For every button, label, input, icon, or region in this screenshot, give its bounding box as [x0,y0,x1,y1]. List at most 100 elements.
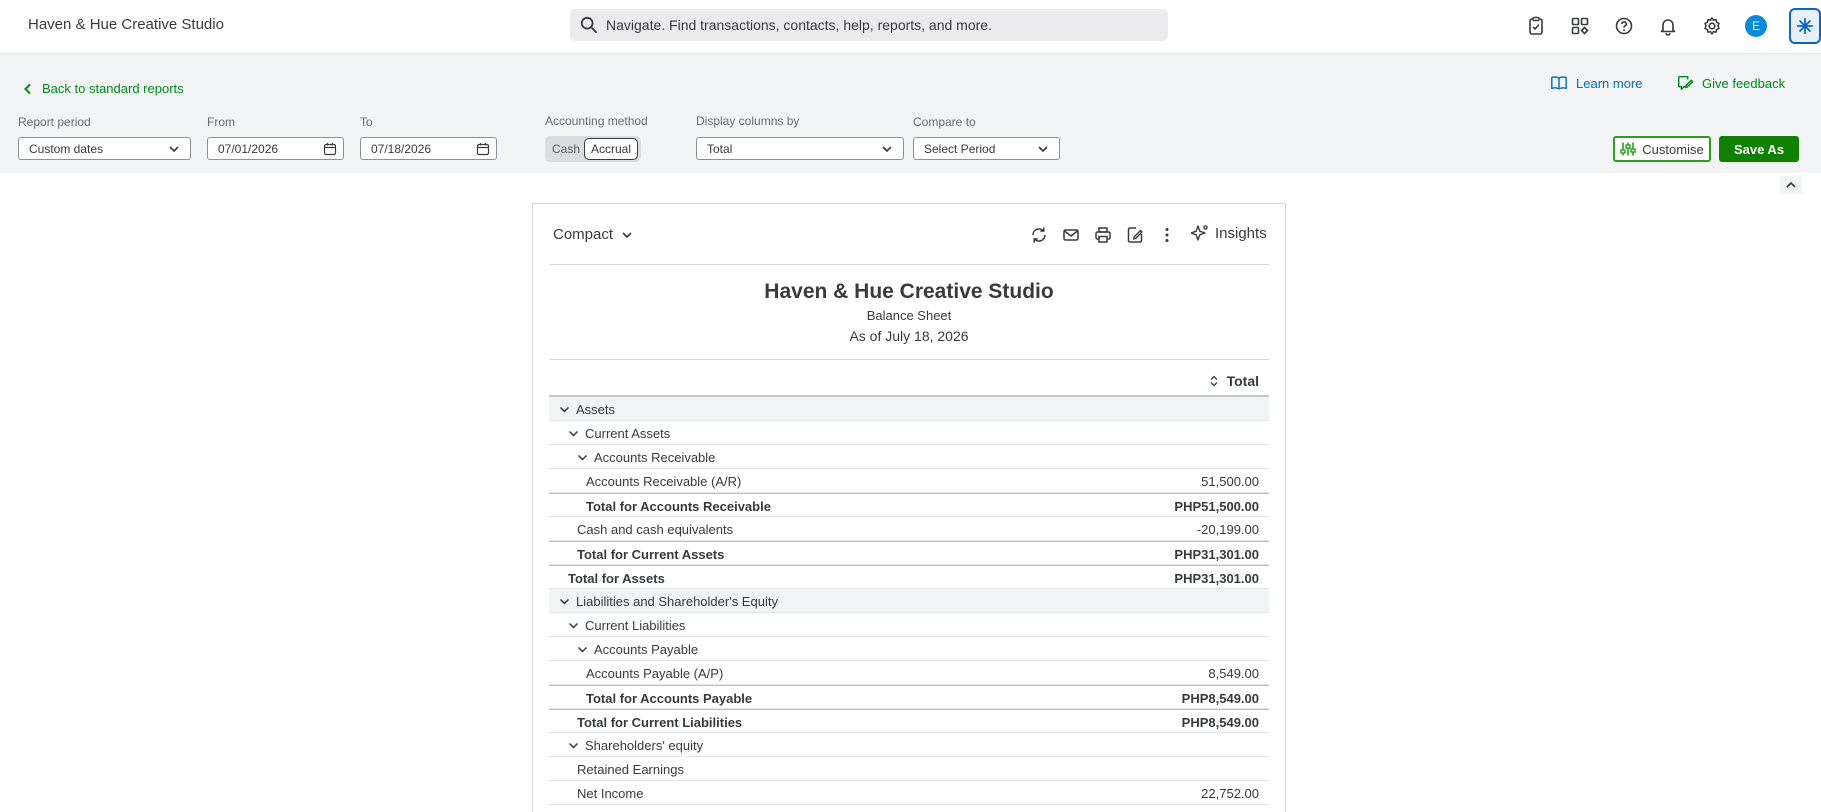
to-date-input[interactable]: 07/18/2026 [360,137,497,160]
row-amount[interactable]: PHP8,549.00 [1182,715,1259,730]
chevron-down-icon [882,146,892,153]
row-label-text: Cash and cash equivalents [577,522,734,537]
chevron-down-icon [622,231,632,238]
row-amount[interactable]: PHP31,301.00 [1174,547,1259,562]
report-total-row: Total for Current Liabilities PHP8,549.00 [549,709,1269,733]
report-card: Compact Insights Haven & Hue Creative St… [532,203,1286,812]
row-label: Total for Current Liabilities [577,715,742,730]
method-cash-option[interactable]: Cash [552,142,580,156]
row-label-text: Assets [576,402,616,417]
row-label-text: Total for Current Liabilities [577,715,743,730]
refresh-button[interactable] [1028,224,1050,246]
print-button[interactable] [1092,224,1114,246]
help-button[interactable] [1610,12,1638,40]
give-feedback-link[interactable]: Give feedback [1676,74,1785,92]
row-label-text: Accounts Receivable (A/R) [586,474,742,489]
collapse-filters-button[interactable] [1780,176,1802,194]
row-label: Total for Accounts Payable [586,691,752,706]
row-label: Assets [559,402,615,417]
to-date-value: 07/18/2026 [371,141,432,156]
chevron-down-icon[interactable] [559,404,570,415]
chevron-down-icon[interactable] [577,452,588,463]
report-company-name: Haven & Hue Creative Studio [764,280,1054,303]
row-label-text: Accounts Payable [594,642,699,657]
display-columns-select[interactable]: Total [696,137,904,160]
bell-icon [1660,19,1676,36]
report-group-row[interactable]: Current Assets [549,421,1269,445]
chevron-down-icon[interactable] [568,740,579,751]
calendar-icon[interactable] [476,142,490,156]
back-to-reports-link[interactable]: Back to standard reports [22,81,184,96]
method-accrual-option[interactable]: Accrual [584,138,638,160]
report-period-select[interactable]: Custom dates [18,137,191,160]
report-group-row[interactable]: Shareholders' equity [549,733,1269,757]
row-label-text: Retained Earnings [577,762,684,777]
report-date: As of July 18, 2026 [849,328,969,344]
row-label-text: Total for Assets [568,571,665,586]
notifications-button[interactable] [1654,12,1682,40]
report-group-row[interactable]: Current Liabilities [549,613,1269,637]
row-label: Current Assets [568,426,670,441]
report-rows: Assets Current Assets Accounts Receivable A… [549,397,1269,805]
chevron-down-icon[interactable] [559,596,570,607]
row-amount[interactable]: PHP31,301.00 [1174,571,1259,586]
toolbar-divider [549,264,1269,265]
global-search-bar[interactable]: Navigate. Find transactions, contacts, h… [570,9,1168,41]
row-label-text: Current Assets [585,426,671,441]
row-label: Liabilities and Shareholder's Equity [559,594,778,609]
report-account-row: Accounts Payable (A/P) 8,549.00 [549,661,1269,685]
row-amount[interactable]: -20,199.00 [1197,522,1259,537]
from-date-value: 07/01/2026 [218,141,279,156]
assistant-button[interactable] [1789,8,1821,44]
chevron-down-icon[interactable] [577,644,588,655]
report-group-row[interactable]: Accounts Receivable [549,445,1269,469]
customise-label: Customise [1642,141,1704,157]
learn-more-link[interactable]: Learn more [1550,74,1642,92]
report-period-value: Custom dates [29,141,104,156]
settings-button[interactable] [1698,12,1726,40]
row-amount[interactable]: PHP8,549.00 [1182,691,1259,706]
insights-button[interactable]: Insights [1191,224,1267,242]
row-label-text: Shareholders' equity [585,738,704,753]
chevron-down-icon[interactable] [568,620,579,631]
sliders-icon [1620,142,1636,156]
row-label: Current Liabilities [568,618,685,633]
row-amount[interactable]: 51,500.00 [1201,474,1259,489]
tasks-button[interactable] [1522,12,1550,40]
company-name[interactable]: Haven & Hue Creative Studio [28,16,224,33]
report-group-row[interactable]: Assets [549,397,1269,421]
customise-button[interactable]: Customise [1613,136,1711,162]
chevron-down-icon [1038,146,1048,153]
from-date-input[interactable]: 07/01/2026 [207,137,344,160]
view-mode-dropdown[interactable]: Compact [553,226,633,243]
gear-icon [1704,17,1720,35]
email-button[interactable] [1060,224,1082,246]
more-options-button[interactable] [1156,224,1178,246]
chevron-down-icon [169,146,179,153]
chevron-down-icon[interactable] [568,428,579,439]
export-button[interactable] [1124,224,1146,246]
save-as-button[interactable]: Save As [1719,136,1799,162]
row-amount[interactable]: PHP51,500.00 [1174,499,1259,514]
compare-to-select[interactable]: Select Period [913,137,1060,160]
print-icon [1095,227,1111,243]
row-label-text: Accounts Receivable [594,450,716,465]
apps-button[interactable] [1566,12,1594,40]
calendar-icon[interactable] [323,142,337,156]
display-columns-value: Total [707,141,733,156]
top-navigation-bar: Haven & Hue Creative Studio Navigate. Fi… [0,0,1821,54]
row-label: Accounts Payable [577,642,698,657]
row-label: Accounts Receivable (A/R) [586,474,741,489]
report-account-row: Retained Earnings [549,757,1269,781]
report-group-row[interactable]: Accounts Payable [549,637,1269,661]
row-amount[interactable]: 8,549.00 [1208,666,1259,681]
row-amount[interactable]: 22,752.00 [1201,786,1259,801]
total-column-sort[interactable]: Total [1209,373,1259,389]
feedback-edit-icon [1677,75,1694,91]
row-label: Total for Accounts Receivable [586,499,771,514]
accounting-method-label: Accounting method [545,114,648,128]
user-avatar[interactable]: E [1745,15,1767,37]
report-group-row[interactable]: Liabilities and Shareholder's Equity [549,589,1269,613]
export-icon [1127,227,1143,243]
row-label-text: Total for Accounts Receivable [586,499,771,514]
